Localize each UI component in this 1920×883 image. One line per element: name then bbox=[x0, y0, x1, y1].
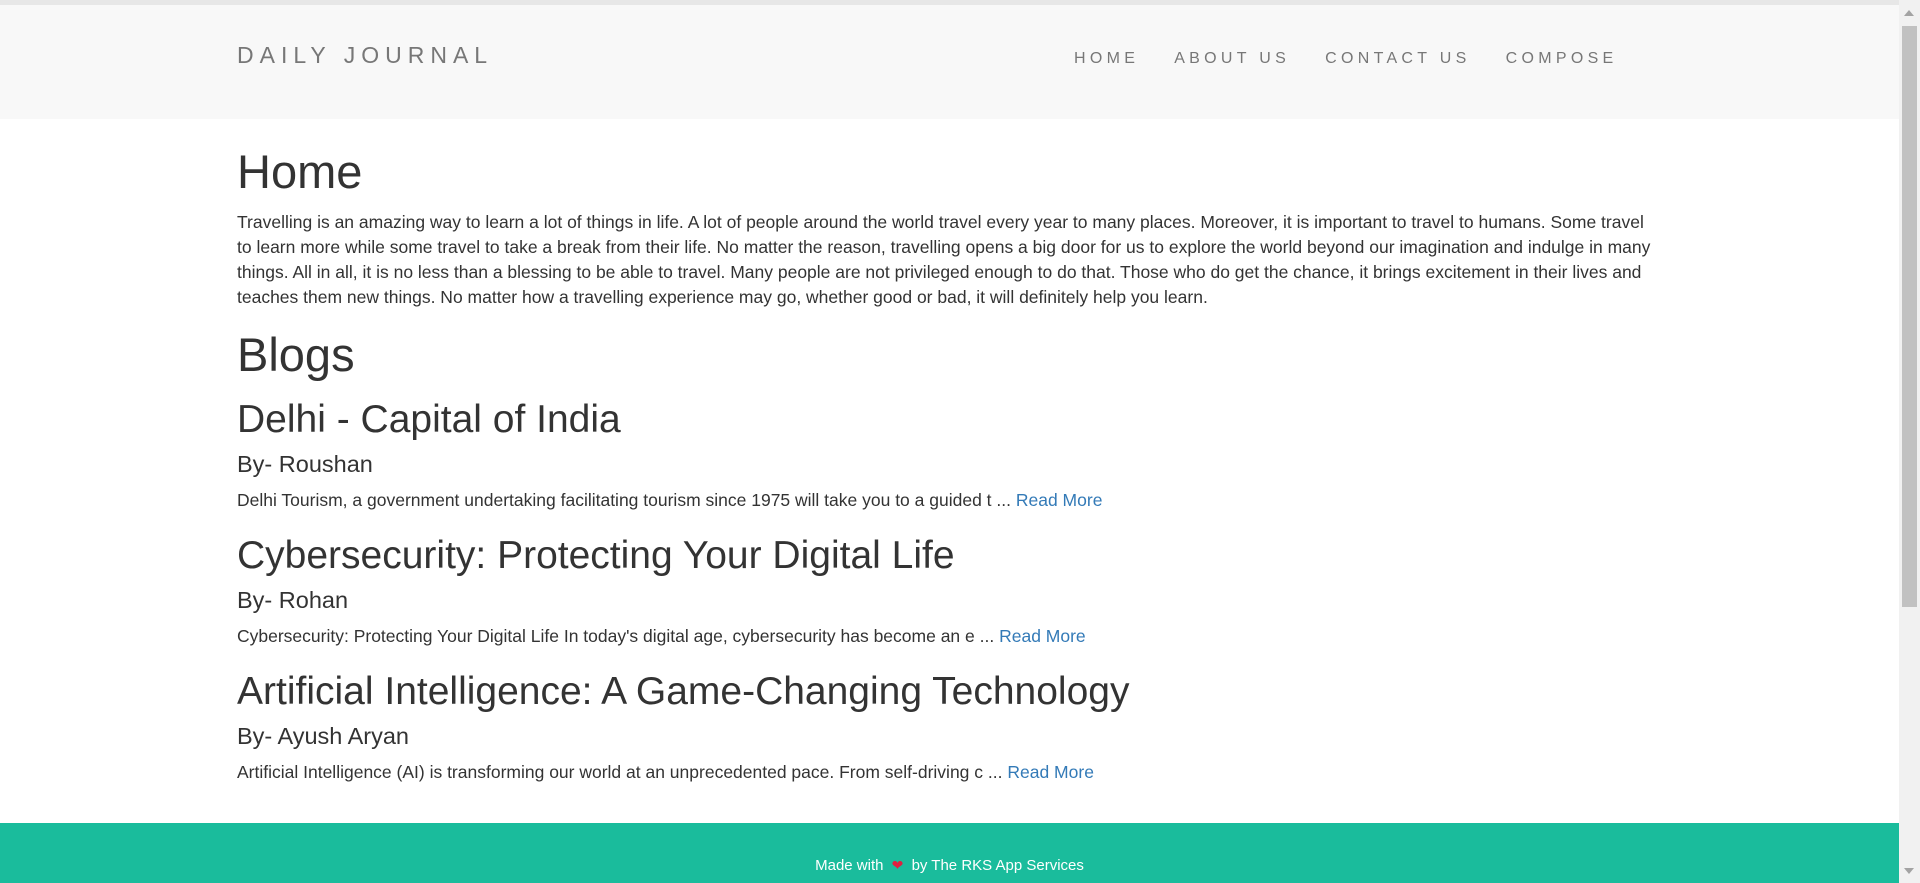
post-author: By- Ayush Aryan bbox=[237, 722, 409, 749]
main-content: Home Travelling is an amazing way to lea… bbox=[237, 119, 1657, 785]
nav-menu: HOME ABOUT US CONTACT US COMPOSE bbox=[1074, 50, 1618, 68]
navbar: DAILY JOURNAL HOME ABOUT US CONTACT US C… bbox=[0, 5, 1899, 119]
post-title: Cybersecurity: Protecting Your Digital L… bbox=[237, 534, 955, 578]
blogs-heading: Blogs bbox=[237, 327, 355, 381]
post-excerpt-paragraph: Delhi Tourism, a government undertaking … bbox=[237, 488, 1657, 513]
scroll-up-arrow-icon[interactable] bbox=[1904, 10, 1914, 16]
brand-logo-link[interactable]: DAILY JOURNAL bbox=[237, 42, 493, 69]
footer-credit: Made with ❤ by The RKS App Services bbox=[0, 856, 1899, 875]
post-author: By- Rohan bbox=[237, 587, 349, 613]
nav-compose-link[interactable]: COMPOSE bbox=[1506, 50, 1618, 68]
post-excerpt: Cybersecurity: Protecting Your Digital L… bbox=[237, 625, 995, 646]
read-more-link[interactable]: Read More bbox=[1016, 490, 1103, 510]
post-excerpt: Delhi Tourism, a government undertaking … bbox=[237, 490, 1011, 511]
read-more-link[interactable]: Read More bbox=[1007, 762, 1094, 782]
home-intro-text: Travelling is an amazing way to learn a … bbox=[237, 211, 1651, 307]
post-excerpt-paragraph: Cybersecurity: Protecting Your Digital L… bbox=[237, 624, 1657, 649]
page-title: Home bbox=[237, 145, 363, 198]
heart-icon: ❤ bbox=[891, 857, 904, 873]
footer-suffix: by The RKS App Services bbox=[911, 857, 1084, 874]
post-author: By- Roushan bbox=[237, 451, 373, 478]
nav-home-link[interactable]: HOME bbox=[1074, 50, 1139, 68]
post-title: Delhi - Capital of India bbox=[237, 398, 621, 442]
read-more-link[interactable]: Read More bbox=[999, 626, 1086, 646]
scroll-down-arrow-icon[interactable] bbox=[1904, 868, 1914, 874]
post-excerpt-paragraph: Artificial Intelligence (AI) is transfor… bbox=[237, 760, 1657, 785]
footer-prefix: Made with bbox=[815, 857, 884, 874]
nav-contact-link[interactable]: CONTACT US bbox=[1325, 50, 1471, 68]
blog-post: Delhi - Capital of India By- Roushan Del… bbox=[237, 398, 1657, 513]
scrollbar-thumb[interactable] bbox=[1902, 26, 1917, 607]
nav-about-link[interactable]: ABOUT US bbox=[1174, 50, 1290, 68]
post-excerpt: Artificial Intelligence (AI) is transfor… bbox=[237, 761, 1003, 782]
vertical-scrollbar[interactable] bbox=[1899, 0, 1920, 883]
footer: Made with ❤ by The RKS App Services bbox=[0, 823, 1899, 883]
blog-post: Cybersecurity: Protecting Your Digital L… bbox=[237, 534, 1657, 649]
blog-post: Artificial Intelligence: A Game-Changing… bbox=[237, 669, 1657, 785]
post-title: Artificial Intelligence: A Game-Changing… bbox=[237, 669, 1130, 713]
